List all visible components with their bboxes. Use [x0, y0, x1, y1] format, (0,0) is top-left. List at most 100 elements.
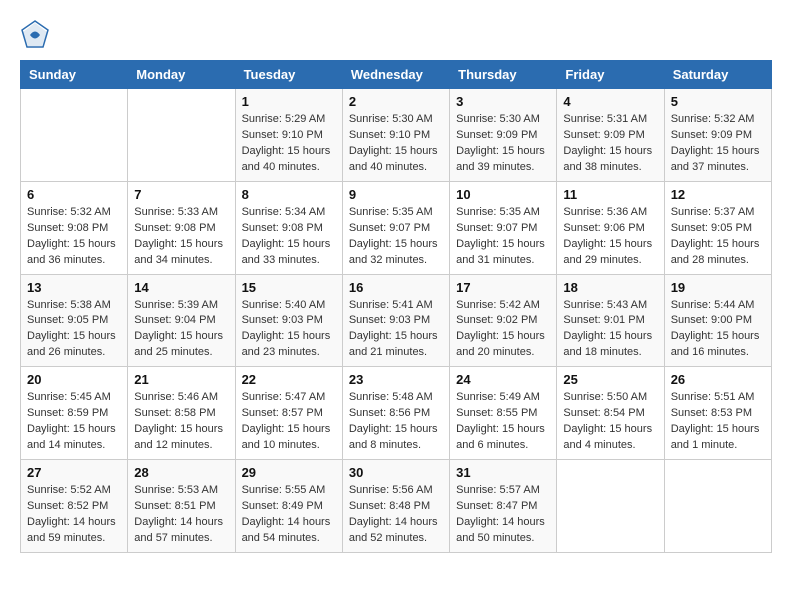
- day-number: 30: [349, 465, 443, 480]
- day-info: Sunrise: 5:51 AMSunset: 8:53 PMDaylight:…: [671, 390, 765, 454]
- day-info: Sunrise: 5:46 AMSunset: 8:58 PMDaylight:…: [134, 390, 228, 454]
- day-info: Sunrise: 5:47 AMSunset: 8:57 PMDaylight:…: [242, 390, 336, 454]
- day-number: 24: [456, 372, 550, 387]
- calendar-cell: [557, 460, 664, 553]
- calendar-header: SundayMondayTuesdayWednesdayThursdayFrid…: [21, 61, 772, 89]
- day-number: 2: [349, 94, 443, 109]
- day-header-thursday: Thursday: [450, 61, 557, 89]
- day-info: Sunrise: 5:35 AMSunset: 9:07 PMDaylight:…: [349, 205, 443, 269]
- calendar-cell: 11 Sunrise: 5:36 AMSunset: 9:06 PMDayligh…: [557, 181, 664, 274]
- calendar-cell: 14 Sunrise: 5:39 AMSunset: 9:04 PMDayligh…: [128, 274, 235, 367]
- calendar-cell: 7 Sunrise: 5:33 AMSunset: 9:08 PMDaylight…: [128, 181, 235, 274]
- day-info: Sunrise: 5:32 AMSunset: 9:09 PMDaylight:…: [671, 112, 765, 176]
- calendar-cell: 30 Sunrise: 5:56 AMSunset: 8:48 PMDayligh…: [342, 460, 449, 553]
- day-info: Sunrise: 5:57 AMSunset: 8:47 PMDaylight:…: [456, 483, 550, 547]
- calendar-week-3: 13 Sunrise: 5:38 AMSunset: 9:05 PMDayligh…: [21, 274, 772, 367]
- calendar-week-4: 20 Sunrise: 5:45 AMSunset: 8:59 PMDayligh…: [21, 367, 772, 460]
- day-header-friday: Friday: [557, 61, 664, 89]
- day-info: Sunrise: 5:38 AMSunset: 9:05 PMDaylight:…: [27, 298, 121, 362]
- day-number: 27: [27, 465, 121, 480]
- day-header-saturday: Saturday: [664, 61, 771, 89]
- day-info: Sunrise: 5:35 AMSunset: 9:07 PMDaylight:…: [456, 205, 550, 269]
- day-number: 17: [456, 280, 550, 295]
- calendar-cell: 12 Sunrise: 5:37 AMSunset: 9:05 PMDayligh…: [664, 181, 771, 274]
- calendar-cell: 13 Sunrise: 5:38 AMSunset: 9:05 PMDayligh…: [21, 274, 128, 367]
- day-info: Sunrise: 5:41 AMSunset: 9:03 PMDaylight:…: [349, 298, 443, 362]
- day-number: 18: [563, 280, 657, 295]
- calendar-cell: [21, 89, 128, 182]
- day-number: 26: [671, 372, 765, 387]
- day-number: 13: [27, 280, 121, 295]
- day-info: Sunrise: 5:44 AMSunset: 9:00 PMDaylight:…: [671, 298, 765, 362]
- calendar-cell: 6 Sunrise: 5:32 AMSunset: 9:08 PMDaylight…: [21, 181, 128, 274]
- day-info: Sunrise: 5:43 AMSunset: 9:01 PMDaylight:…: [563, 298, 657, 362]
- day-info: Sunrise: 5:34 AMSunset: 9:08 PMDaylight:…: [242, 205, 336, 269]
- calendar-cell: 10Sunrise: 5:35 AMSunset: 9:07 PMDayligh…: [450, 181, 557, 274]
- day-number: 5: [671, 94, 765, 109]
- calendar-cell: 23 Sunrise: 5:48 AMSunset: 8:56 PMDayligh…: [342, 367, 449, 460]
- day-info: Sunrise: 5:33 AMSunset: 9:08 PMDaylight:…: [134, 205, 228, 269]
- day-info: Sunrise: 5:32 AMSunset: 9:08 PMDaylight:…: [27, 205, 121, 269]
- day-info: Sunrise: 5:37 AMSunset: 9:05 PMDaylight:…: [671, 205, 765, 269]
- calendar-cell: 5 Sunrise: 5:32 AMSunset: 9:09 PMDaylight…: [664, 89, 771, 182]
- calendar-cell: 26 Sunrise: 5:51 AMSunset: 8:53 PMDayligh…: [664, 367, 771, 460]
- day-info: Sunrise: 5:30 AMSunset: 9:10 PMDaylight:…: [349, 112, 443, 176]
- logo-icon: [20, 20, 50, 50]
- calendar-cell: 8Sunrise: 5:34 AMSunset: 9:08 PMDaylight…: [235, 181, 342, 274]
- day-number: 19: [671, 280, 765, 295]
- calendar-week-5: 27Sunrise: 5:52 AMSunset: 8:52 PMDayligh…: [21, 460, 772, 553]
- calendar-cell: 28Sunrise: 5:53 AMSunset: 8:51 PMDayligh…: [128, 460, 235, 553]
- day-number: 20: [27, 372, 121, 387]
- calendar-cell: 19 Sunrise: 5:44 AMSunset: 9:00 PMDayligh…: [664, 274, 771, 367]
- day-info: Sunrise: 5:55 AMSunset: 8:49 PMDaylight:…: [242, 483, 336, 547]
- day-number: 22: [242, 372, 336, 387]
- day-info: Sunrise: 5:45 AMSunset: 8:59 PMDaylight:…: [27, 390, 121, 454]
- day-info: Sunrise: 5:50 AMSunset: 8:54 PMDaylight:…: [563, 390, 657, 454]
- day-number: 14: [134, 280, 228, 295]
- day-info: Sunrise: 5:29 AMSunset: 9:10 PMDaylight:…: [242, 112, 336, 176]
- day-number: 9: [349, 187, 443, 202]
- calendar-cell: 1 Sunrise: 5:29 AMSunset: 9:10 PMDaylight…: [235, 89, 342, 182]
- day-number: 4: [563, 94, 657, 109]
- calendar-cell: 4Sunrise: 5:31 AMSunset: 9:09 PMDaylight…: [557, 89, 664, 182]
- calendar-cell: 17Sunrise: 5:42 AMSunset: 9:02 PMDayligh…: [450, 274, 557, 367]
- day-number: 21: [134, 372, 228, 387]
- day-info: Sunrise: 5:36 AMSunset: 9:06 PMDaylight:…: [563, 205, 657, 269]
- day-number: 29: [242, 465, 336, 480]
- calendar-cell: 27Sunrise: 5:52 AMSunset: 8:52 PMDayligh…: [21, 460, 128, 553]
- day-info: Sunrise: 5:40 AMSunset: 9:03 PMDaylight:…: [242, 298, 336, 362]
- day-number: 11: [563, 187, 657, 202]
- calendar-cell: [128, 89, 235, 182]
- calendar-cell: 31 Sunrise: 5:57 AMSunset: 8:47 PMDayligh…: [450, 460, 557, 553]
- calendar-week-1: 1 Sunrise: 5:29 AMSunset: 9:10 PMDaylight…: [21, 89, 772, 182]
- day-info: Sunrise: 5:39 AMSunset: 9:04 PMDaylight:…: [134, 298, 228, 362]
- calendar-cell: 24 Sunrise: 5:49 AMSunset: 8:55 PMDayligh…: [450, 367, 557, 460]
- day-number: 7: [134, 187, 228, 202]
- calendar-cell: 3 Sunrise: 5:30 AMSunset: 9:09 PMDaylight…: [450, 89, 557, 182]
- calendar-cell: 2 Sunrise: 5:30 AMSunset: 9:10 PMDaylight…: [342, 89, 449, 182]
- day-info: Sunrise: 5:48 AMSunset: 8:56 PMDaylight:…: [349, 390, 443, 454]
- day-number: 23: [349, 372, 443, 387]
- day-header-tuesday: Tuesday: [235, 61, 342, 89]
- day-number: 12: [671, 187, 765, 202]
- calendar-table: SundayMondayTuesdayWednesdayThursdayFrid…: [20, 60, 772, 553]
- day-info: Sunrise: 5:30 AMSunset: 9:09 PMDaylight:…: [456, 112, 550, 176]
- calendar-cell: 22 Sunrise: 5:47 AMSunset: 8:57 PMDayligh…: [235, 367, 342, 460]
- day-info: Sunrise: 5:53 AMSunset: 8:51 PMDaylight:…: [134, 483, 228, 547]
- page-header: [20, 20, 772, 50]
- day-number: 31: [456, 465, 550, 480]
- calendar-cell: 20 Sunrise: 5:45 AMSunset: 8:59 PMDayligh…: [21, 367, 128, 460]
- day-info: Sunrise: 5:49 AMSunset: 8:55 PMDaylight:…: [456, 390, 550, 454]
- day-info: Sunrise: 5:56 AMSunset: 8:48 PMDaylight:…: [349, 483, 443, 547]
- day-number: 6: [27, 187, 121, 202]
- day-header-sunday: Sunday: [21, 61, 128, 89]
- day-header-wednesday: Wednesday: [342, 61, 449, 89]
- day-number: 1: [242, 94, 336, 109]
- calendar-cell: 25Sunrise: 5:50 AMSunset: 8:54 PMDayligh…: [557, 367, 664, 460]
- calendar-cell: [664, 460, 771, 553]
- calendar-cell: 15 Sunrise: 5:40 AMSunset: 9:03 PMDayligh…: [235, 274, 342, 367]
- day-number: 3: [456, 94, 550, 109]
- calendar-cell: 9 Sunrise: 5:35 AMSunset: 9:07 PMDaylight…: [342, 181, 449, 274]
- calendar-cell: 21 Sunrise: 5:46 AMSunset: 8:58 PMDayligh…: [128, 367, 235, 460]
- day-number: 15: [242, 280, 336, 295]
